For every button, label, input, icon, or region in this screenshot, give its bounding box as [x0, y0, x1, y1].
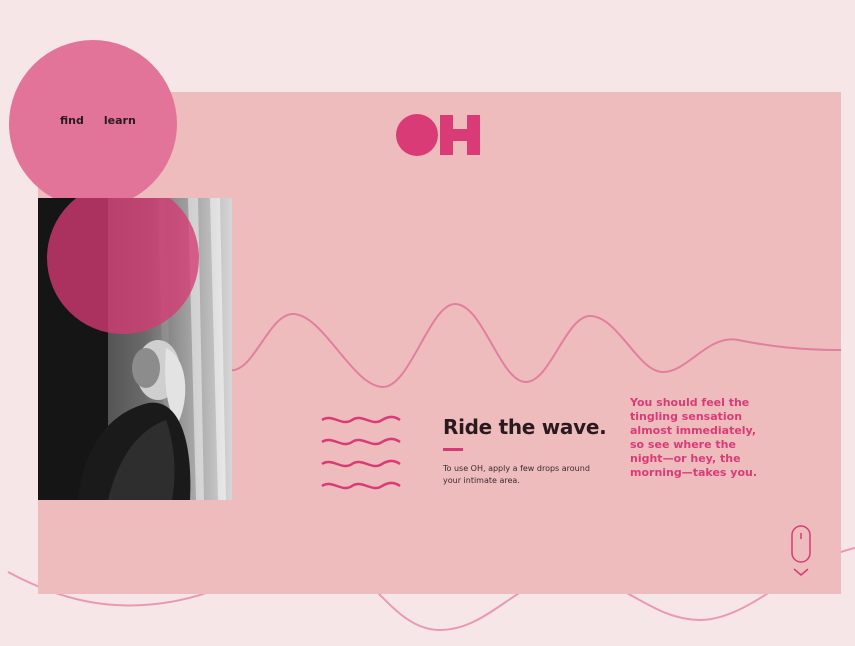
nav-link-find[interactable]: find [60, 114, 84, 127]
hero-callout: You should feel the tingling sensation a… [630, 396, 758, 479]
logo-h-right-bar [467, 115, 480, 155]
hero-card: find learn Ride the wave. To use OH, app… [38, 92, 841, 594]
hero-body-text: To use OH, apply a few drops around your… [443, 464, 590, 485]
hero-photo [38, 198, 232, 500]
logo-o-shape [396, 114, 438, 156]
hero-headline: Ride the wave. [443, 415, 607, 439]
wavy-lines-icon [321, 415, 401, 490]
photo-illustration [38, 198, 232, 500]
nav-link-learn[interactable]: learn [104, 114, 136, 127]
card-corner-circle [38, 92, 177, 208]
mouse-scroll-icon[interactable] [788, 524, 816, 580]
headline-underline [443, 448, 463, 451]
oh-logo[interactable] [396, 114, 484, 156]
main-nav: find learn [60, 114, 136, 127]
